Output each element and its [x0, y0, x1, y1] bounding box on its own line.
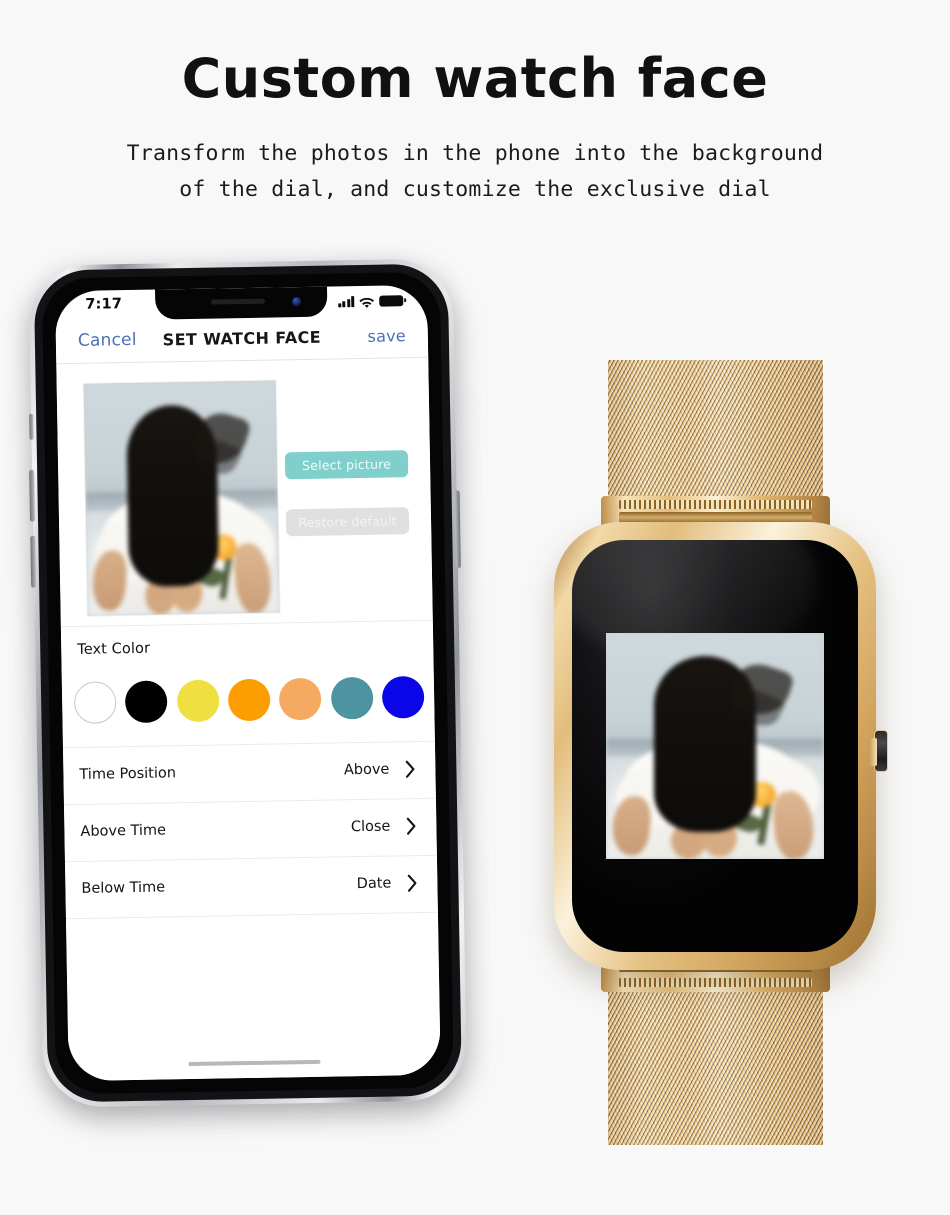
row-label: Above Time: [80, 822, 167, 840]
photo-image: [606, 633, 824, 859]
row-above-time[interactable]: Above Time Close: [63, 798, 437, 863]
color-swatch-orange[interactable]: [227, 678, 271, 722]
photo-preview[interactable]: [83, 380, 280, 616]
page-subtitle: Transform the photos in the phone into t…: [75, 110, 875, 207]
text-color-label: Text Color: [77, 640, 151, 658]
phone-silent-switch[interactable]: [29, 413, 34, 440]
status-bar-icons: [338, 292, 404, 308]
front-camera-icon: [292, 297, 302, 307]
watch-band-bottom: [608, 990, 823, 1145]
color-swatch-light-orange[interactable]: [279, 677, 322, 721]
text-color-section: Text Color: [60, 620, 435, 749]
color-swatch-yellow[interactable]: [176, 679, 220, 723]
wifi-icon: [359, 296, 375, 308]
home-indicator[interactable]: [188, 1059, 321, 1067]
row-below-time[interactable]: Below Time Date: [64, 855, 438, 920]
row-value: Above: [343, 761, 390, 779]
watch-dial-photo: [606, 633, 824, 859]
chevron-right-icon: [407, 874, 417, 892]
color-swatch-black[interactable]: [125, 680, 168, 724]
phone-bezel: 7:17 Cancel SET WATCH FACE save Select p…: [33, 263, 463, 1103]
watch-screen[interactable]: [572, 540, 858, 952]
select-picture-button[interactable]: Select picture: [284, 450, 409, 480]
phone-volume-down-button[interactable]: [30, 535, 37, 588]
phone-bezel-inner: 7:17 Cancel SET WATCH FACE save Select p…: [41, 271, 454, 1095]
nav-bar: Cancel SET WATCH FACE save: [55, 314, 429, 365]
row-value: Close: [350, 818, 391, 836]
watch-case: [554, 522, 888, 970]
battery-icon: [379, 294, 404, 307]
restore-default-button[interactable]: Restore default: [285, 507, 410, 537]
hero-header: Custom watch face Transform the photos i…: [0, 0, 950, 207]
subtitle-line-1: Transform the photos in the phone into t…: [126, 141, 824, 167]
phone-screen: 7:17 Cancel SET WATCH FACE save Select p…: [55, 284, 441, 1082]
photo-image: [83, 380, 280, 616]
status-bar-time: 7:17: [85, 296, 123, 313]
row-label: Time Position: [79, 765, 177, 783]
cancel-button[interactable]: Cancel: [78, 330, 137, 351]
subtitle-line-2: of the dial, and customize the exclusive…: [179, 176, 771, 202]
screen-content: Select picture Restore default Text Colo…: [56, 357, 441, 1082]
phone-mockup: 7:17 Cancel SET WATCH FACE save Select p…: [10, 246, 485, 1134]
preview-section: Select picture Restore default: [56, 357, 433, 628]
signal-bars-icon: [338, 296, 355, 308]
earpiece-speaker-icon: [210, 298, 266, 305]
crown-button-icon[interactable]: [869, 730, 888, 772]
row-label: Below Time: [81, 879, 166, 897]
chevron-right-icon: [405, 760, 415, 778]
chevron-right-icon: [406, 817, 416, 835]
phone-power-button[interactable]: [454, 490, 461, 569]
phone-frame: 7:17 Cancel SET WATCH FACE save Select p…: [28, 258, 468, 1108]
color-swatch-teal[interactable]: [330, 676, 374, 720]
phone-notch: [154, 286, 328, 320]
row-value: Date: [356, 875, 392, 893]
nav-title: SET WATCH FACE: [162, 327, 322, 350]
color-swatch-blue[interactable]: [381, 675, 425, 719]
phone-volume-up-button[interactable]: [29, 469, 36, 522]
save-button[interactable]: save: [367, 326, 406, 346]
color-swatch-white[interactable]: [73, 681, 117, 725]
color-swatch-list: [73, 675, 425, 725]
smartwatch-mockup: [530, 300, 930, 1145]
row-time-position[interactable]: Time Position Above: [62, 741, 436, 806]
watch-band-top: [608, 360, 823, 510]
page-title: Custom watch face: [181, 47, 769, 110]
